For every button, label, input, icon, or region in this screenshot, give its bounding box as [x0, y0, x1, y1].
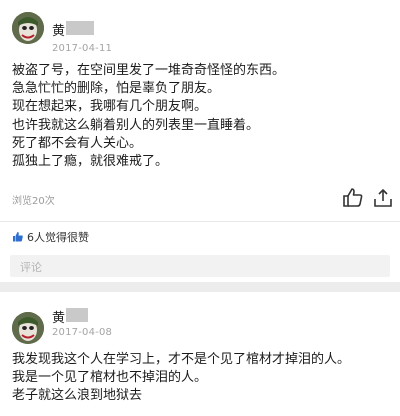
- view-count: 浏览20次: [12, 196, 55, 207]
- like-count-text: 6人觉得很赞: [27, 231, 89, 244]
- post-line: 老子就这么浪到地狱去: [12, 388, 143, 404]
- author-name[interactable]: 黄: [52, 20, 65, 39]
- divider: [0, 221, 400, 222]
- comment-placeholder: 评论: [20, 261, 42, 274]
- post-date: 2017-04-08: [52, 327, 113, 338]
- share-icon[interactable]: [371, 186, 395, 210]
- feed-separator: [0, 282, 400, 292]
- post-line: 被盗了号，在空间里发了一堆奇奇怪怪的东西。: [12, 63, 286, 78]
- post-date: 2017-04-11: [52, 43, 113, 54]
- post-card: 黄 2017-04-08 我发现我这个人在学习上，才不是个见了棺材才掉泪的人。 …: [0, 292, 400, 416]
- thumbs-up-filled-icon: [13, 232, 23, 242]
- post-line: 现在想起来，我哪有几个朋友啊。: [12, 99, 208, 115]
- post-card: 黄 2017-04-11 被盗了号，在空间里发了一堆奇奇怪怪的东西。 急急忙忙的…: [0, 0, 400, 282]
- like-summary[interactable]: 6人觉得很赞: [12, 229, 89, 245]
- post-line: 也许我就这么躺着别人的列表里一直睡着。: [12, 117, 260, 133]
- post-line: 我发现我这个人在学习上，才不是个见了棺材才掉泪的人。: [12, 352, 351, 367]
- post-content: 我发现我这个人在学习上，才不是个见了棺材才掉泪的人。 我是一个见了棺材也不掉泪的…: [12, 351, 350, 406]
- avatar[interactable]: [12, 312, 44, 344]
- post-line: 我是一个见了棺材也不掉泪的人。: [12, 370, 208, 386]
- post-line: 孤独上了瘾，就很难戒了。: [12, 154, 169, 170]
- author-name[interactable]: 黄: [52, 307, 65, 326]
- post-content: 被盗了号，在空间里发了一堆奇奇怪怪的东西。 急急忙忙的删除，怕是辜负了朋友。 现…: [12, 62, 285, 171]
- avatar[interactable]: [12, 12, 44, 44]
- post-line: 死了都不会有人关心。: [12, 135, 143, 151]
- thumbs-up-icon[interactable]: [341, 186, 365, 210]
- post-line: 急急忙忙的删除，怕是辜负了朋友。: [12, 81, 221, 97]
- name-redaction: [66, 21, 94, 35]
- comment-input[interactable]: 评论: [10, 255, 390, 277]
- avatar-image: [12, 312, 44, 344]
- name-redaction: [66, 308, 88, 322]
- avatar-image: [12, 12, 44, 44]
